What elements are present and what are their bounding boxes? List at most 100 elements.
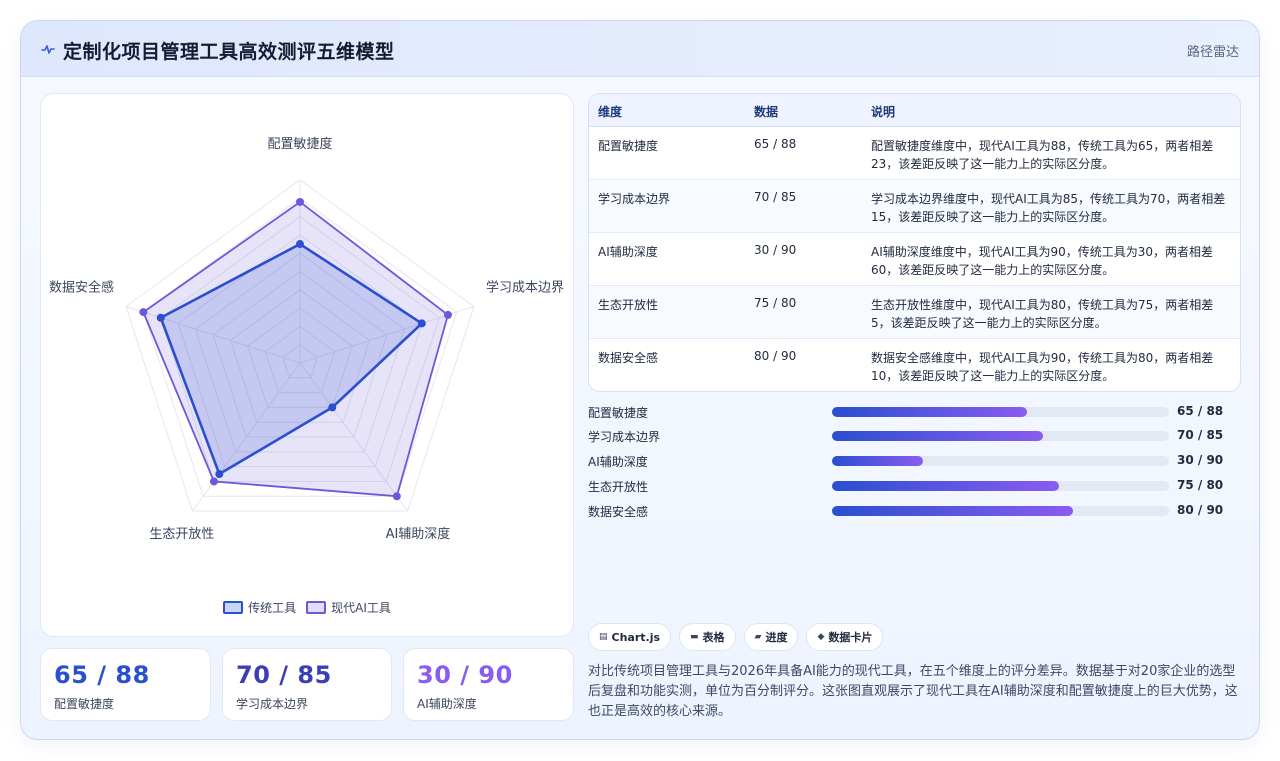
progress-row: 配置敏捷度 65 / 88 (588, 402, 1241, 422)
data-point-modern (443, 310, 452, 319)
progress-value: 65 / 88 (1177, 404, 1224, 418)
stat-card-3: 30 / 90 AI辅助深度 (403, 648, 574, 721)
progress-value: 75 / 80 (1177, 478, 1224, 492)
axis-label: 生态开放性 (149, 527, 214, 542)
table-row: 数据安全感 80 / 90 数据安全感维度中，现代AI工具为90，传统工具为80… (589, 339, 1240, 391)
cell-description: 学习成本边界维度中，现代AI工具为85，传统工具为70，两者相差15，该差距反映… (871, 192, 1226, 224)
legend-label-modern: 现代AI工具 (331, 601, 391, 615)
progress-row: AI辅助深度 30 / 90 (588, 451, 1241, 471)
data-point-traditional (156, 313, 165, 322)
main-card: 定制化项目管理工具高效测评五维模型 路径雷达 配置敏捷度 学习成本边界 AI辅助深度… (20, 20, 1260, 740)
chart-icon: ▤ (599, 632, 608, 642)
progress-row: 生态开放性 75 / 80 (588, 476, 1241, 496)
column-header: 维度 (598, 105, 623, 119)
axis-label: 数据安全感 (49, 279, 114, 295)
stat-value: 30 / 90 (417, 661, 513, 689)
cell-data: 70 / 85 (754, 190, 797, 204)
cell-dimension: 配置敏捷度 (598, 139, 659, 153)
legend-swatch-traditional (223, 601, 244, 614)
data-point-modern (139, 308, 148, 317)
stat-value: 65 / 88 (54, 661, 150, 689)
card-icon: ◆ (817, 632, 825, 642)
progress-fill (832, 506, 1073, 516)
legend-label-traditional: 传统工具 (248, 601, 297, 615)
progress-label: 数据安全感 (588, 505, 649, 519)
tag-label: 表格 (702, 631, 725, 644)
cell-data: 80 / 90 (754, 349, 797, 363)
cell-data: 65 / 88 (754, 137, 797, 151)
progress-row: 数据安全感 80 / 90 (588, 501, 1241, 521)
tag-table[interactable]: ▬ 表格 (679, 623, 736, 651)
cell-dimension: 数据安全感 (598, 351, 659, 365)
table-row: AI辅助深度 30 / 90 AI辅助深度维度中，现代AI工具为90，传统工具为… (589, 233, 1240, 286)
cell-data: 30 / 90 (754, 243, 797, 257)
axis-label: 学习成本边界 (486, 279, 564, 295)
stat-label: AI辅助深度 (417, 697, 477, 711)
axis-label: 配置敏捷度 (267, 136, 332, 152)
data-point-traditional (328, 403, 337, 412)
data-point-traditional (296, 240, 304, 249)
pulse-icon (41, 45, 55, 54)
tag-label: 进度 (765, 631, 788, 644)
progress-label: 生态开放性 (588, 480, 649, 494)
description-text: 对比传统项目管理工具与2026年具备AI能力的现代工具，在五个维度上的评分差异。… (588, 664, 1238, 719)
progress-fill (832, 407, 1028, 417)
legend-swatch-modern (306, 601, 327, 614)
progress-track (832, 456, 1169, 466)
cell-description: 配置敏捷度维度中，现代AI工具为88，传统工具为65，两者相差23，该差距反映了… (871, 139, 1214, 171)
progress-label: 学习成本边界 (588, 430, 661, 444)
chart-legend: 传统工具 现代AI工具 (41, 599, 573, 616)
tag-label: 数据卡片 (828, 631, 873, 644)
progress-label: 配置敏捷度 (588, 406, 649, 420)
progress-track (832, 431, 1169, 441)
cell-dimension: 生态开放性 (598, 298, 659, 312)
table-icon: ▬ (690, 632, 699, 642)
progress-fill (832, 431, 1043, 441)
progress-value: 30 / 90 (1177, 453, 1224, 467)
stat-label: 学习成本边界 (236, 697, 309, 711)
header: 定制化项目管理工具高效测评五维模型 路径雷达 (21, 21, 1259, 77)
cell-description: AI辅助深度维度中，现代AI工具为90，传统工具为30，两者相差60，该差距反映… (871, 245, 1214, 277)
tag-progress[interactable]: ▰ 进度 (743, 623, 799, 651)
tag-chartjs[interactable]: ▤ Chart.js (588, 623, 672, 651)
table-row: 配置敏捷度 65 / 88 配置敏捷度维度中，现代AI工具为88，传统工具为65… (589, 127, 1240, 180)
radar-chart-panel: 配置敏捷度学习成本边界 AI辅助深度 生态开放性 数据安全感 传统工具 现代AI工具 (40, 93, 574, 637)
header-tag: 路径雷达 (1186, 45, 1239, 60)
progress-value: 80 / 90 (1177, 503, 1224, 517)
column-header: 数据 (754, 105, 779, 119)
data-point-modern (296, 197, 304, 206)
cell-description: 生态开放性维度中，现代AI工具为80，传统工具为75，两者相差5，该差距反映了这… (871, 298, 1214, 330)
cell-dimension: 学习成本边界 (598, 192, 671, 206)
tag-data-card[interactable]: ◆ 数据卡片 (806, 623, 884, 651)
data-point-modern (392, 492, 401, 501)
table-row: 生态开放性 75 / 80 生态开放性维度中，现代AI工具为80，传统工具为75… (589, 286, 1240, 339)
axis-label: AI辅助深度 (386, 526, 451, 542)
data-point-traditional (215, 470, 224, 479)
stat-label: 配置敏捷度 (54, 697, 115, 711)
page-title: 定制化项目管理工具高效测评五维模型 (63, 41, 395, 63)
progress-icon: ▰ (754, 632, 762, 642)
progress-value: 70 / 85 (1177, 428, 1224, 442)
data-point-modern (209, 477, 218, 486)
progress-track (832, 481, 1169, 491)
radar-chart: 配置敏捷度学习成本边界 AI辅助深度 生态开放性 数据安全感 (49, 136, 564, 542)
progress-track (832, 407, 1169, 417)
progress-fill (832, 481, 1060, 491)
column-header: 说明 (871, 105, 896, 119)
data-table: 维度 数据 说明 配置敏捷度 65 / 88 配置敏捷度维度中，现代AI工具为8… (588, 93, 1241, 392)
progress-track (832, 506, 1169, 516)
progress-fill (832, 456, 923, 466)
legend-item-traditional[interactable]: 传统工具 (223, 599, 296, 616)
data-point-traditional (417, 319, 426, 328)
progress-row: 学习成本边界 70 / 85 (588, 426, 1241, 446)
tag-label: Chart.js (611, 630, 661, 644)
cell-description: 数据安全感维度中，现代AI工具为90，传统工具为80，两者相差10，该差距反映了… (871, 351, 1214, 383)
table-row: 学习成本边界 70 / 85 学习成本边界维度中，现代AI工具为85，传统工具为… (589, 180, 1240, 233)
stat-card-1: 65 / 88 配置敏捷度 (40, 648, 211, 721)
legend-item-modern[interactable]: 现代AI工具 (306, 599, 391, 616)
tag-list: ▤ Chart.js ▬ 表格 ▰ 进度 ◆ 数据卡片 (588, 623, 884, 651)
stat-value: 70 / 85 (236, 661, 332, 689)
stat-card-2: 70 / 85 学习成本边界 (222, 648, 392, 721)
cell-dimension: AI辅助深度 (598, 245, 658, 259)
table-header: 维度 数据 说明 (589, 94, 1240, 127)
